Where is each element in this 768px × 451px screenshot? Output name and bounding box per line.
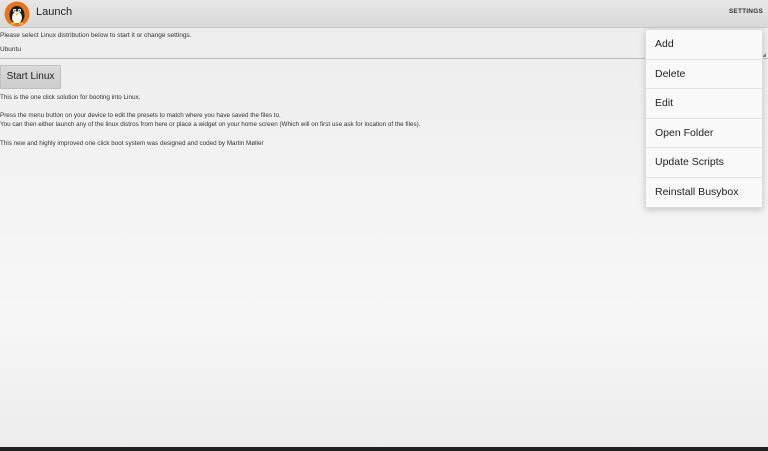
- description-line-1: This is the one click solution for booti…: [0, 94, 141, 101]
- select-distribution-prompt: Please select Linux distribution below t…: [0, 32, 192, 39]
- distribution-selected-value: Ubuntu: [0, 46, 21, 53]
- description-line-4: This new and highly improved one click b…: [0, 140, 264, 147]
- description-line-3: You can then either launch any of the li…: [0, 121, 421, 128]
- overflow-menu: Add Delete Edit Open Folder Update Scrip…: [645, 29, 763, 208]
- menu-item-update-scripts[interactable]: Update Scripts: [646, 148, 762, 178]
- menu-item-add[interactable]: Add: [646, 30, 762, 60]
- menu-item-delete[interactable]: Delete: [646, 60, 762, 89]
- start-linux-button[interactable]: Start Linux: [0, 65, 61, 89]
- app-title: Launch: [36, 6, 73, 18]
- tux-penguin-icon[interactable]: [4, 1, 30, 27]
- menu-item-edit[interactable]: Edit: [646, 89, 762, 119]
- settings-button[interactable]: SETTINGS: [729, 8, 763, 15]
- description-line-2: Press the menu button on your device to …: [0, 112, 281, 119]
- menu-item-reinstall-busybox[interactable]: Reinstall Busybox: [646, 178, 762, 208]
- system-bar: [0, 447, 768, 451]
- menu-item-open-folder[interactable]: Open Folder: [646, 119, 762, 148]
- action-bar: Launch SETTINGS: [0, 0, 768, 28]
